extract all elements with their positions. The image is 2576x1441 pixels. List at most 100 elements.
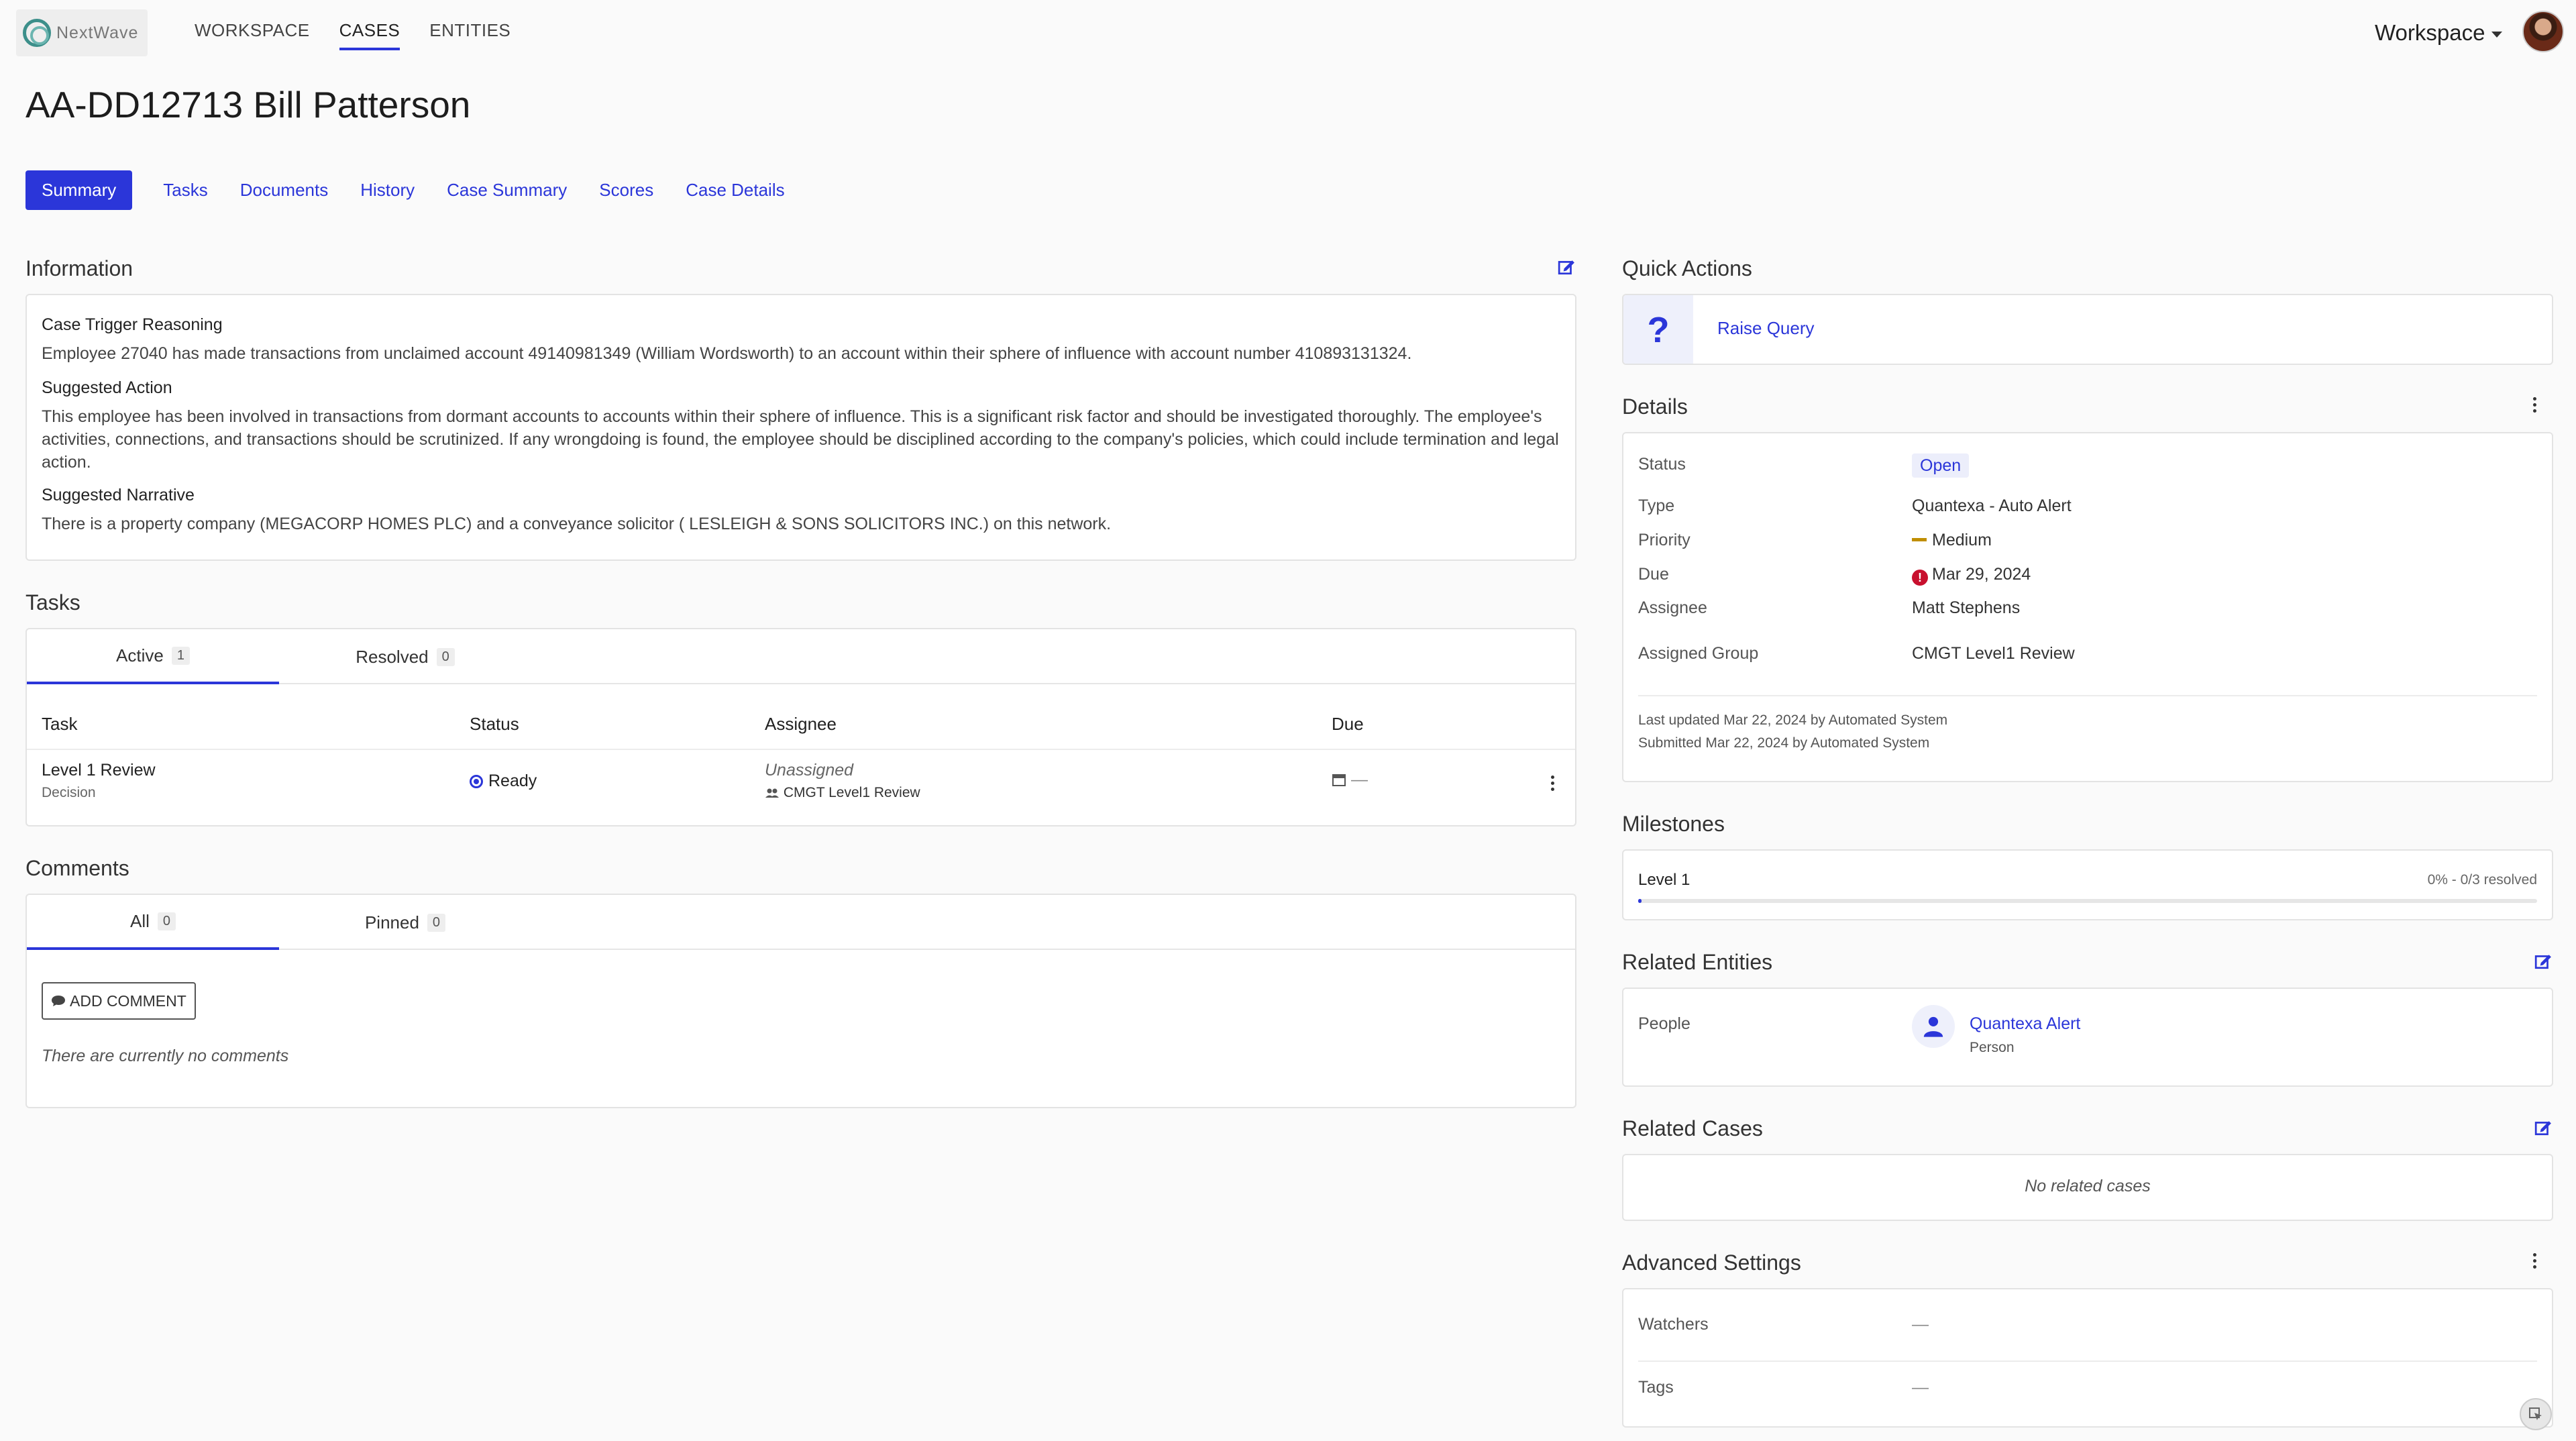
milestone-name: Level 1 [1638, 871, 1690, 889]
tasks-tab-resolved[interactable]: Resolved 0 [279, 629, 531, 684]
people-label: People [1638, 1014, 1690, 1033]
advanced-divider [1638, 1360, 2537, 1362]
tags-value[interactable]: — [1912, 1378, 1929, 1397]
details-divider [1638, 695, 2537, 696]
milestones-heading: Milestones [1622, 812, 1725, 836]
milestone-progress-fill [1638, 899, 1642, 903]
comments-tab-pinned-label: Pinned [364, 912, 419, 932]
person-avatar [1912, 1005, 1955, 1048]
raise-query-link[interactable]: Raise Query [1717, 318, 1815, 339]
comments-all-count: 0 [157, 912, 176, 930]
caret-down-icon [2491, 31, 2503, 38]
case-tabs: Summary Tasks Documents History Case Sum… [25, 170, 785, 210]
status-value: Open [1912, 453, 1970, 478]
edit-icon[interactable] [1558, 258, 1575, 276]
calendar-icon [1332, 774, 1346, 786]
app-logo[interactable]: NextWave [16, 9, 148, 56]
submitted-text: Submitted Mar 22, 2024 by Automated Syst… [1638, 735, 1930, 751]
comments-card: All 0 Pinned 0 ADD COMMENT There are cur… [25, 894, 1576, 1108]
watchers-label: Watchers [1638, 1315, 1709, 1334]
task-status: Ready [470, 771, 537, 791]
comments-tab-all[interactable]: All 0 [27, 895, 279, 950]
task-due: — [1332, 770, 1368, 790]
edit-icon[interactable] [2534, 1119, 2552, 1136]
last-updated-text: Last updated Mar 22, 2024 by Automated S… [1638, 712, 1948, 728]
tasks-card: Active 1 Resolved 0 Task Status Assignee… [25, 628, 1576, 826]
details-more-options-icon[interactable] [2532, 397, 2537, 416]
no-related-cases-text: No related cases [2025, 1177, 2151, 1195]
column-header-due[interactable]: Due [1332, 714, 1364, 735]
details-card: Status Open Type Quantexa - Auto Alert P… [1622, 432, 2553, 782]
tab-documents[interactable]: Documents [240, 180, 329, 201]
suggested-action-label: Suggested Action [42, 378, 172, 397]
comments-heading: Comments [25, 856, 129, 880]
advanced-settings-heading: Advanced Settings [1622, 1250, 1801, 1275]
comments-tab-all-label: All [129, 910, 150, 931]
milestone-progress-text: 0% - 0/3 resolved [2427, 872, 2537, 888]
column-header-status[interactable]: Status [470, 714, 519, 735]
type-label: Type [1638, 496, 1675, 515]
tab-scores[interactable]: Scores [599, 180, 653, 201]
add-comment-label: ADD COMMENT [70, 992, 186, 1010]
tab-history[interactable]: History [360, 180, 415, 201]
tasks-resolved-count: 0 [436, 647, 455, 666]
tasks-active-count: 1 [171, 646, 190, 665]
comments-tab-pinned[interactable]: Pinned 0 [279, 895, 531, 950]
watchers-value[interactable]: — [1912, 1315, 1929, 1334]
ready-status-icon [470, 775, 483, 788]
task-more-options-icon[interactable] [1550, 776, 1555, 794]
page-title: AA-DD12713 Bill Patterson [25, 84, 471, 125]
add-comment-button[interactable]: ADD COMMENT [42, 982, 196, 1020]
information-card: Case Trigger Reasoning Employee 27040 ha… [25, 294, 1576, 561]
milestone-progress-bar [1638, 899, 2537, 903]
nav-workspace[interactable]: WORKSPACE [195, 20, 310, 50]
suggested-action-text: This employee has been involved in trans… [42, 407, 1559, 472]
nav-entities[interactable]: ENTITIES [429, 20, 511, 50]
suggested-narrative-label: Suggested Narrative [42, 486, 195, 504]
assignee-label: Assignee [1638, 598, 1707, 617]
group-icon [765, 788, 779, 798]
trigger-reasoning-label: Case Trigger Reasoning [42, 315, 223, 334]
workspace-dropdown[interactable]: Workspace [2375, 20, 2503, 46]
task-name[interactable]: Level 1 Review [42, 761, 156, 780]
column-header-assignee[interactable]: Assignee [765, 714, 837, 735]
tab-case-summary[interactable]: Case Summary [447, 180, 567, 201]
status-label: Status [1638, 455, 1686, 474]
task-due-value: — [1350, 770, 1368, 789]
nav-cases[interactable]: CASES [339, 20, 400, 50]
column-header-task[interactable]: Task [42, 714, 77, 735]
task-group-label: CMGT Level1 Review [783, 785, 920, 800]
task-group: CMGT Level1 Review [765, 785, 920, 801]
assignee-value[interactable]: Matt Stephens [1912, 598, 2020, 618]
trigger-reasoning-text: Employee 27040 has made transactions fro… [42, 344, 1412, 363]
tab-tasks[interactable]: Tasks [163, 180, 207, 201]
tasks-subtabs: Active 1 Resolved 0 [27, 629, 1575, 684]
cursor-icon [2529, 1407, 2542, 1420]
tasks-tab-active[interactable]: Active 1 [27, 629, 279, 684]
question-icon: ? [1623, 295, 1693, 364]
main-nav: WORKSPACE CASES ENTITIES [195, 20, 511, 50]
status-badge: Open [1912, 453, 1970, 478]
user-avatar[interactable] [2522, 11, 2564, 52]
related-cases-card: No related cases [1622, 1154, 2553, 1221]
task-status-label: Ready [488, 771, 537, 790]
priority-medium-icon [1912, 538, 1927, 541]
advanced-more-options-icon[interactable] [2532, 1253, 2537, 1272]
floating-action-button[interactable] [2520, 1398, 2552, 1430]
task-assignee[interactable]: Unassigned [765, 761, 853, 780]
assigned-group-value[interactable]: CMGT Level1 Review [1912, 644, 2075, 663]
priority-value-text: Medium [1932, 531, 1992, 549]
quick-actions-heading: Quick Actions [1622, 256, 1752, 280]
person-link[interactable]: Quantexa Alert [1970, 1014, 2080, 1034]
edit-icon[interactable] [2534, 953, 2552, 970]
type-value: Quantexa - Auto Alert [1912, 496, 2072, 515]
milestones-card: Level 1 0% - 0/3 resolved [1622, 849, 2553, 920]
suggested-narrative-text: There is a property company (MEGACORP HO… [42, 515, 1112, 533]
table-divider [27, 749, 1575, 750]
workspace-label: Workspace [2375, 20, 2485, 45]
tab-summary[interactable]: Summary [25, 170, 133, 210]
comments-pinned-count: 0 [427, 913, 446, 932]
related-entities-card: People Quantexa Alert Person [1622, 988, 2553, 1087]
top-navigation-bar: NextWave WORKSPACE CASES ENTITIES Worksp… [0, 0, 2576, 62]
tab-case-details[interactable]: Case Details [686, 180, 784, 201]
